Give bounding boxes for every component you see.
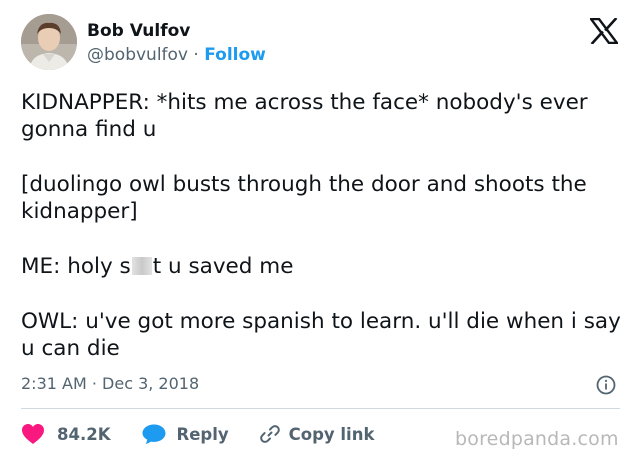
tweet-paragraph: OWL: u've got more spanish to learn. u'l… [21,309,628,361]
tweet-text-segment: t u saved me [152,254,294,279]
handle-separator: · [193,45,199,65]
copy-link-label: Copy link [288,424,375,444]
user-handle[interactable]: @bobvulfov [87,45,188,65]
like-button[interactable]: 84.2K [21,423,111,445]
handle-row: @bobvulfov · Follow [87,44,266,66]
link-icon [259,425,280,443]
tweet-timestamp[interactable]: 2:31 AM · Dec 3, 2018 [21,374,199,394]
display-name[interactable]: Bob Vulfov [87,20,190,42]
reply-bubble-icon [142,424,165,445]
like-count: 84.2K [57,424,111,444]
info-icon[interactable] [596,375,616,395]
reply-label: Reply [176,424,229,444]
tweet-paragraph: [duolingo owl busts through the door and… [21,172,594,224]
action-bar: 84.2K Reply Copy link [21,422,374,446]
copy-link-button[interactable]: Copy link [259,423,375,445]
tweet-card: Bob Vulfov @bobvulfov · Follow KIDNAPPER… [0,0,640,459]
follow-button[interactable]: Follow [204,45,266,65]
watermark: boredpanda.com [455,428,619,450]
tweet-text: KIDNAPPER: *hits me across the face* nob… [21,89,621,390]
heart-icon [22,424,44,444]
avatar[interactable] [21,14,77,70]
censor-blur [131,257,152,275]
tweet-paragraph: ME: holy s t u saved me [21,253,621,280]
divider [21,408,620,409]
x-logo-icon[interactable] [588,17,620,45]
tweet-text-segment: ME: holy s [21,254,131,279]
tweet-paragraph: KIDNAPPER: *hits me across the face* nob… [21,90,595,142]
reply-button[interactable]: Reply [141,423,229,445]
